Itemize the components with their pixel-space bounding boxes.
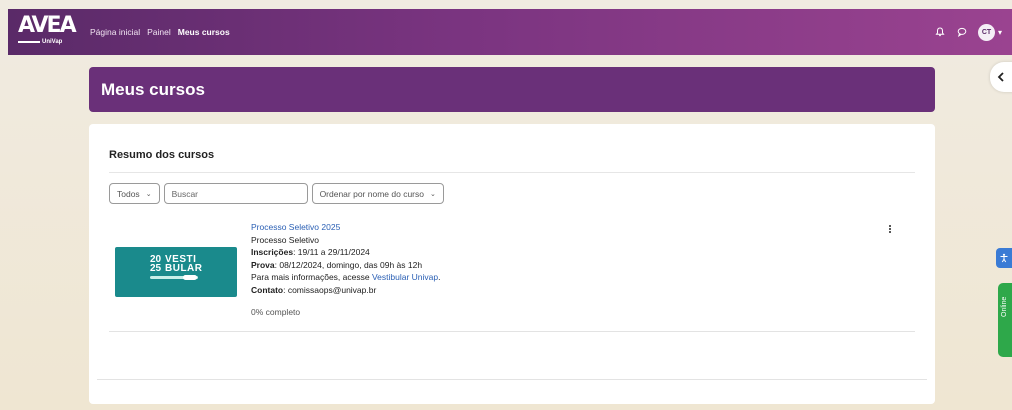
logo-text: AVEA <box>18 13 77 38</box>
course-filters: Todos ⌄ Buscar Ordenar por nome do curso… <box>109 183 444 204</box>
logo-subtext: UniVap <box>42 39 63 45</box>
divider <box>97 379 927 380</box>
nav-link-home[interactable]: Página inicial <box>90 27 140 37</box>
thumbnail-year: 20 25 <box>150 254 162 274</box>
thumbnail-title: VESTI BULAR <box>165 254 203 274</box>
avea-logo[interactable]: AVEA UniVap <box>18 13 77 51</box>
course-search-input[interactable]: Buscar <box>163 183 308 204</box>
online-tab-label: Online <box>1001 296 1008 317</box>
logo-underline <box>18 41 40 43</box>
course-overview-title: Resumo dos cursos <box>109 149 215 161</box>
course-info: Processo Seletivo 2025 Processo Seletivo… <box>251 221 440 319</box>
course-actions-menu-icon[interactable] <box>885 222 895 236</box>
course-contact: Contato: comissaops@univap.br <box>251 284 377 295</box>
navbar-user-area: CT ▾ <box>934 9 1002 55</box>
accessibility-icon[interactable] <box>996 248 1012 268</box>
online-users-tab[interactable]: Online <box>998 283 1012 357</box>
nav-link-my-courses[interactable]: Meus cursos <box>178 27 230 37</box>
course-category: Processo Seletivo <box>251 234 320 245</box>
drawer-toggle-button[interactable] <box>990 62 1012 92</box>
nav-link-dashboard[interactable]: Painel <box>147 27 171 37</box>
course-more-info: Para mais informações, acesse Vestibular… <box>251 272 441 282</box>
chevron-down-icon[interactable]: ▾ <box>998 28 1002 37</box>
page-title: Meus cursos <box>101 79 205 99</box>
grouping-select[interactable]: Todos ⌄ <box>109 183 160 204</box>
course-list-item: 20 25 VESTI BULAR Processo Seletivo 2025 P… <box>109 216 915 332</box>
chevron-left-icon <box>997 72 1004 82</box>
course-overview-card: Resumo dos cursos Todos ⌄ Buscar Ordenar… <box>89 124 935 404</box>
course-name-link[interactable]: Processo Seletivo 2025 <box>251 221 440 234</box>
page-header: Meus cursos <box>89 67 935 112</box>
primary-navigation: Página inicial Painel Meus cursos <box>90 27 230 37</box>
grouping-select-label: Todos <box>117 188 140 199</box>
chat-bubble-icon[interactable] <box>956 26 968 38</box>
thumbnail-decoration-pill <box>183 275 197 280</box>
chevron-down-icon: ⌄ <box>145 190 152 198</box>
chevron-down-icon: ⌄ <box>429 190 436 198</box>
course-exam: Prova: 08/12/2024, domingo, das 09h às 1… <box>251 259 423 270</box>
course-thumbnail[interactable]: 20 25 VESTI BULAR <box>115 247 237 297</box>
sort-select-label: Ordenar por nome do curso <box>319 188 424 199</box>
sort-select[interactable]: Ordenar por nome do curso ⌄ <box>311 183 444 204</box>
bell-icon[interactable] <box>934 26 946 38</box>
course-enrollment: Inscrições: 19/11 a 29/11/2024 <box>251 247 370 257</box>
user-avatar[interactable]: CT <box>977 23 995 41</box>
vestibular-link[interactable]: Vestibular Univap <box>372 272 438 282</box>
divider <box>109 172 915 173</box>
course-progress-text: 0% completo <box>251 307 301 317</box>
top-navbar: AVEA UniVap Página inicial Painel Meus c… <box>8 9 1012 55</box>
